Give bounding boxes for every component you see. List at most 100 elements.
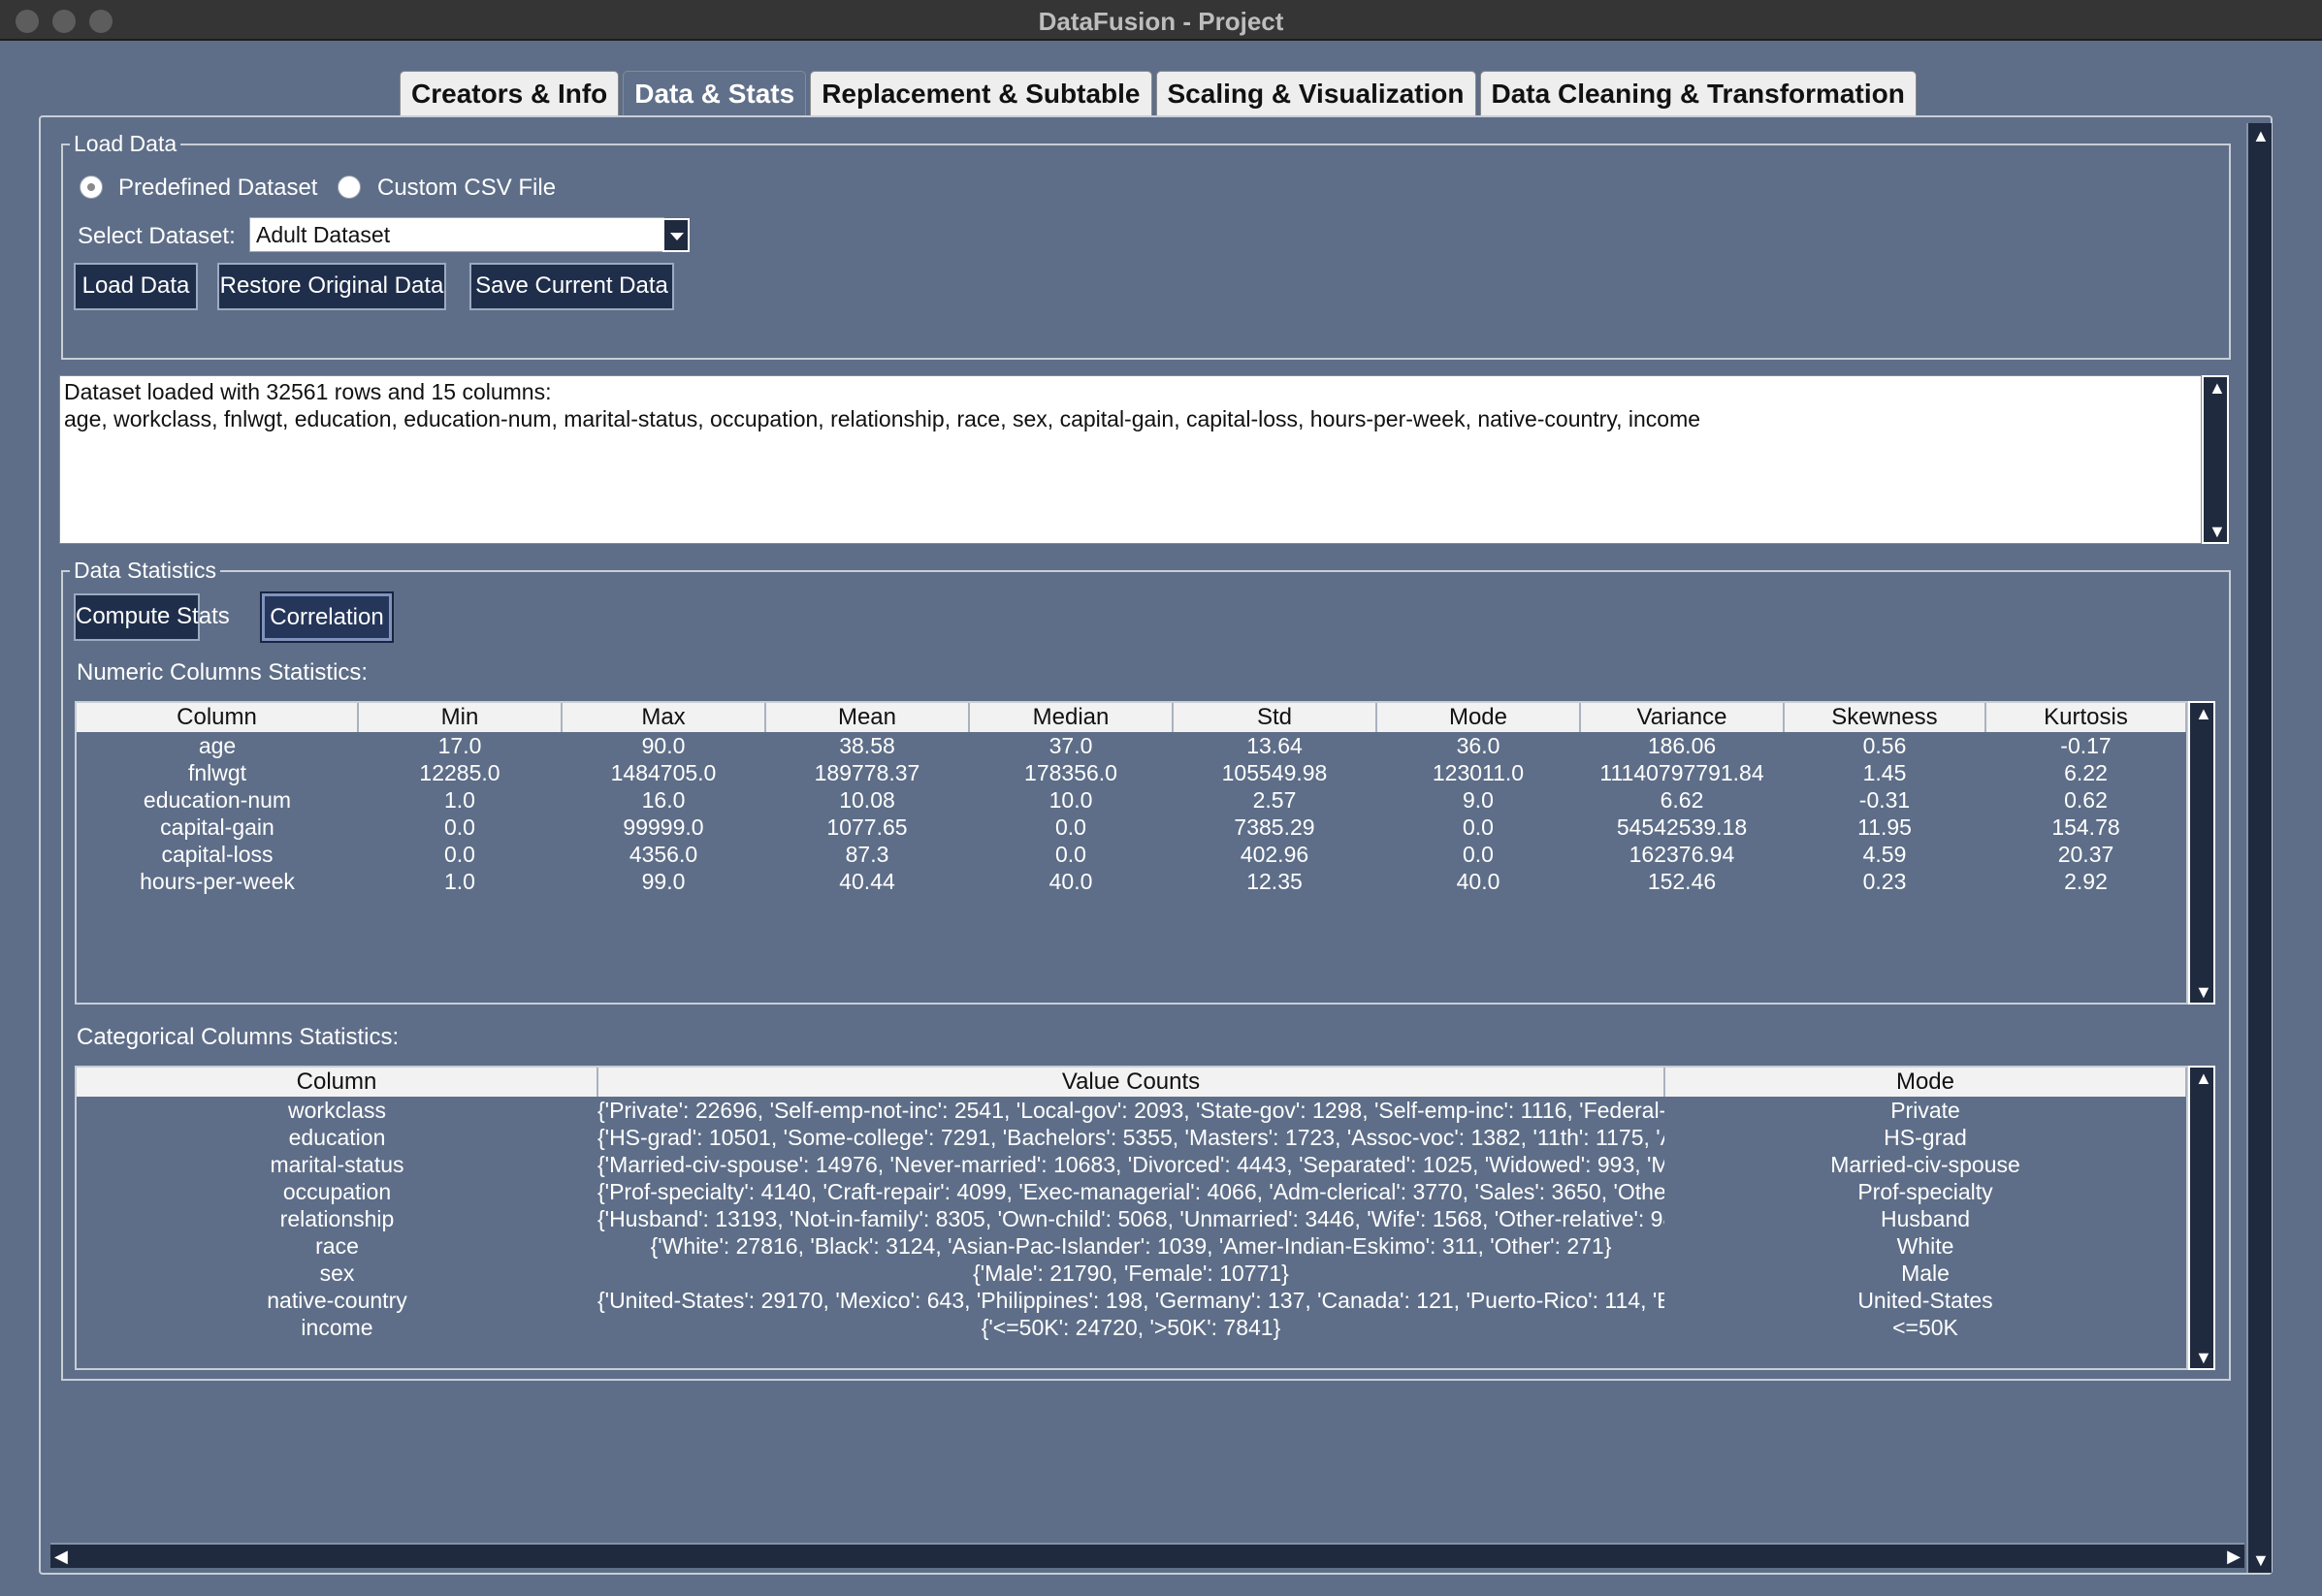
table-cell: 40.0 [1048,868,1093,894]
table-cell: 13.64 [1246,732,1303,758]
table-row[interactable]: fnlwgt 12285.0 1484705.0 189778.37 17835… [77,759,2186,786]
dataset-select[interactable]: Adult Dataset [249,217,664,252]
scroll-right-icon[interactable]: ▶ [2227,1548,2241,1565]
tab-scaling-visualization[interactable]: Scaling & Visualization [1155,71,1476,115]
table-row[interactable]: capital-loss 0.0 4356.0 87.3 0.0 402.96 … [77,841,2186,868]
table-cell: 38.58 [839,732,895,758]
table-row[interactable]: capital-gain 0.0 99999.0 1077.65 0.0 738… [77,814,2186,841]
tab-creators-info[interactable]: Creators & Info [400,71,620,115]
compute-stats-button[interactable]: Compute Stats [74,593,230,641]
restore-original-data-button[interactable]: Restore Original Data [217,263,446,310]
categorical-table-scrollbar[interactable]: ▲ ▼ [2188,1066,2215,1370]
table-row[interactable]: marital-status {'Married-civ-spouse': 14… [77,1151,2186,1178]
categorical-header-column[interactable]: Column [77,1068,598,1097]
tab-replacement-subtable[interactable]: Replacement & Subtable [810,71,1152,115]
scroll-up-icon[interactable]: ▲ [2209,379,2226,397]
table-row[interactable]: race {'White': 27816, 'Black': 3124, 'As… [77,1232,2186,1260]
scroll-left-icon[interactable]: ◀ [54,1548,68,1565]
categorical-header-value-counts[interactable]: Value Counts [597,1068,1665,1097]
table-cell: 1.0 [444,786,475,813]
categorical-stats-table[interactable]: Column Value Counts Mode workclass {'Pri… [75,1066,2188,1370]
table-cell: {'White': 27816, 'Black': 3124, 'Asian-P… [650,1232,1612,1259]
tab-bar: Creators & Info Data & Stats Replacement… [400,71,1920,115]
main-vertical-scrollbar[interactable]: ▲ ▼ [2246,123,2272,1573]
numeric-header-std[interactable]: Std [1173,703,1377,732]
table-cell: 123011.0 [1432,759,1525,785]
table-cell: 11.95 [1857,814,1912,840]
window-title: DataFusion - Project [1038,7,1284,36]
dataset-select-dropdown-button[interactable] [662,218,690,252]
table-cell: 54542539.18 [1616,814,1748,840]
predefined-dataset-label: Predefined Dataset [118,175,318,201]
numeric-header-skewness[interactable]: Skewness [1784,703,1986,732]
table-cell: -0.31 [1858,786,1911,813]
scroll-down-icon[interactable]: ▼ [2195,983,2212,1001]
scroll-up-icon[interactable]: ▲ [2195,705,2212,722]
output-scrollbar[interactable]: ▲ ▼ [2202,375,2229,544]
table-cell: occupation [282,1178,392,1204]
table-row[interactable]: age 17.0 90.0 38.58 37.0 13.64 36.0 186.… [77,732,2186,759]
table-cell: 40.44 [839,868,895,894]
table-cell: 2.92 [2064,868,2108,894]
table-cell: 189778.37 [814,759,920,785]
numeric-header-variance[interactable]: Variance [1580,703,1785,732]
tab-data-cleaning-transformation[interactable]: Data Cleaning & Transformation [1479,71,1917,115]
table-cell: {'Husband': 13193, 'Not-in-family': 8305… [597,1205,1664,1231]
table-cell: Male [1901,1260,1950,1286]
table-cell: 0.0 [444,841,475,867]
table-cell: 105549.98 [1221,759,1328,785]
table-cell: {'Private': 22696, 'Self-emp-not-inc': 2… [597,1097,1664,1123]
table-row[interactable]: occupation {'Prof-specialty': 4140, 'Cra… [77,1178,2186,1205]
table-cell: 152.46 [1647,868,1717,894]
scroll-up-icon[interactable]: ▲ [2252,127,2270,144]
main-horizontal-scrollbar[interactable]: ◀ ▶ [50,1543,2244,1568]
table-cell: 154.78 [2051,814,2120,840]
scroll-down-icon[interactable]: ▼ [2209,523,2226,540]
table-cell: 6.62 [1660,786,1704,813]
table-cell: 16.0 [641,786,686,813]
numeric-stats-table[interactable]: Column Min Max Mean Median Std Mode Vari… [75,701,2188,1005]
numeric-header-kurtosis[interactable]: Kurtosis [1985,703,2187,732]
scroll-down-icon[interactable]: ▼ [2252,1551,2270,1569]
categorical-header-row: Column Value Counts Mode [77,1068,2187,1097]
table-cell: {'HS-grad': 10501, 'Some-college': 7291,… [597,1124,1664,1150]
table-cell: marital-status [270,1151,404,1177]
dataset-info-line-2: age, workclass, fnlwgt, education, educa… [64,406,1701,431]
dataset-info-output[interactable]: Dataset loaded with 32561 rows and 15 co… [59,375,2202,544]
table-row[interactable]: income {'<=50K': 24720, '>50K': 7841} <=… [77,1314,2186,1341]
scroll-up-icon[interactable]: ▲ [2195,1069,2212,1087]
table-cell: 1.45 [1862,759,1907,785]
table-row[interactable]: education {'HS-grad': 10501, 'Some-colle… [77,1124,2186,1151]
table-row[interactable]: education-num 1.0 16.0 10.08 10.0 2.57 9… [77,786,2186,814]
tab-data-stats[interactable]: Data & Stats [623,71,807,115]
numeric-header-mean[interactable]: Mean [765,703,970,732]
custom-csv-radio[interactable] [338,176,361,199]
table-cell: education-num [143,786,292,813]
numeric-header-min[interactable]: Min [358,703,563,732]
table-cell: 20.37 [2057,841,2114,867]
table-row[interactable]: workclass {'Private': 22696, 'Self-emp-n… [77,1097,2186,1124]
numeric-header-max[interactable]: Max [562,703,766,732]
scroll-down-icon[interactable]: ▼ [2195,1349,2212,1366]
categorical-header-mode[interactable]: Mode [1664,1068,2187,1097]
load-data-button[interactable]: Load Data [74,263,198,310]
table-row[interactable]: sex {'Male': 21790, 'Female': 10771} Mal… [77,1260,2186,1287]
numeric-header-median[interactable]: Median [969,703,1174,732]
table-row[interactable]: native-country {'United-States': 29170, … [77,1287,2186,1314]
table-cell: 12.35 [1246,868,1303,894]
table-cell: {'Married-civ-spouse': 14976, 'Never-mar… [597,1151,1664,1177]
table-cell: 2.57 [1252,786,1297,813]
numeric-header-mode[interactable]: Mode [1376,703,1581,732]
predefined-dataset-radio[interactable] [80,176,103,199]
numeric-table-scrollbar[interactable]: ▲ ▼ [2188,701,2215,1005]
table-cell: 6.22 [2064,759,2108,785]
table-row[interactable]: hours-per-week 1.0 99.0 40.44 40.0 12.35… [77,868,2186,895]
dataset-select-value: Adult Dataset [256,222,391,247]
table-cell: 7385.29 [1234,814,1315,840]
correlation-button[interactable]: Correlation [260,591,394,643]
table-cell: relationship [279,1205,395,1231]
save-current-data-button[interactable]: Save Current Data [469,263,674,310]
table-cell: 1.0 [444,868,475,894]
table-row[interactable]: relationship {'Husband': 13193, 'Not-in-… [77,1205,2186,1232]
numeric-header-column[interactable]: Column [77,703,359,732]
